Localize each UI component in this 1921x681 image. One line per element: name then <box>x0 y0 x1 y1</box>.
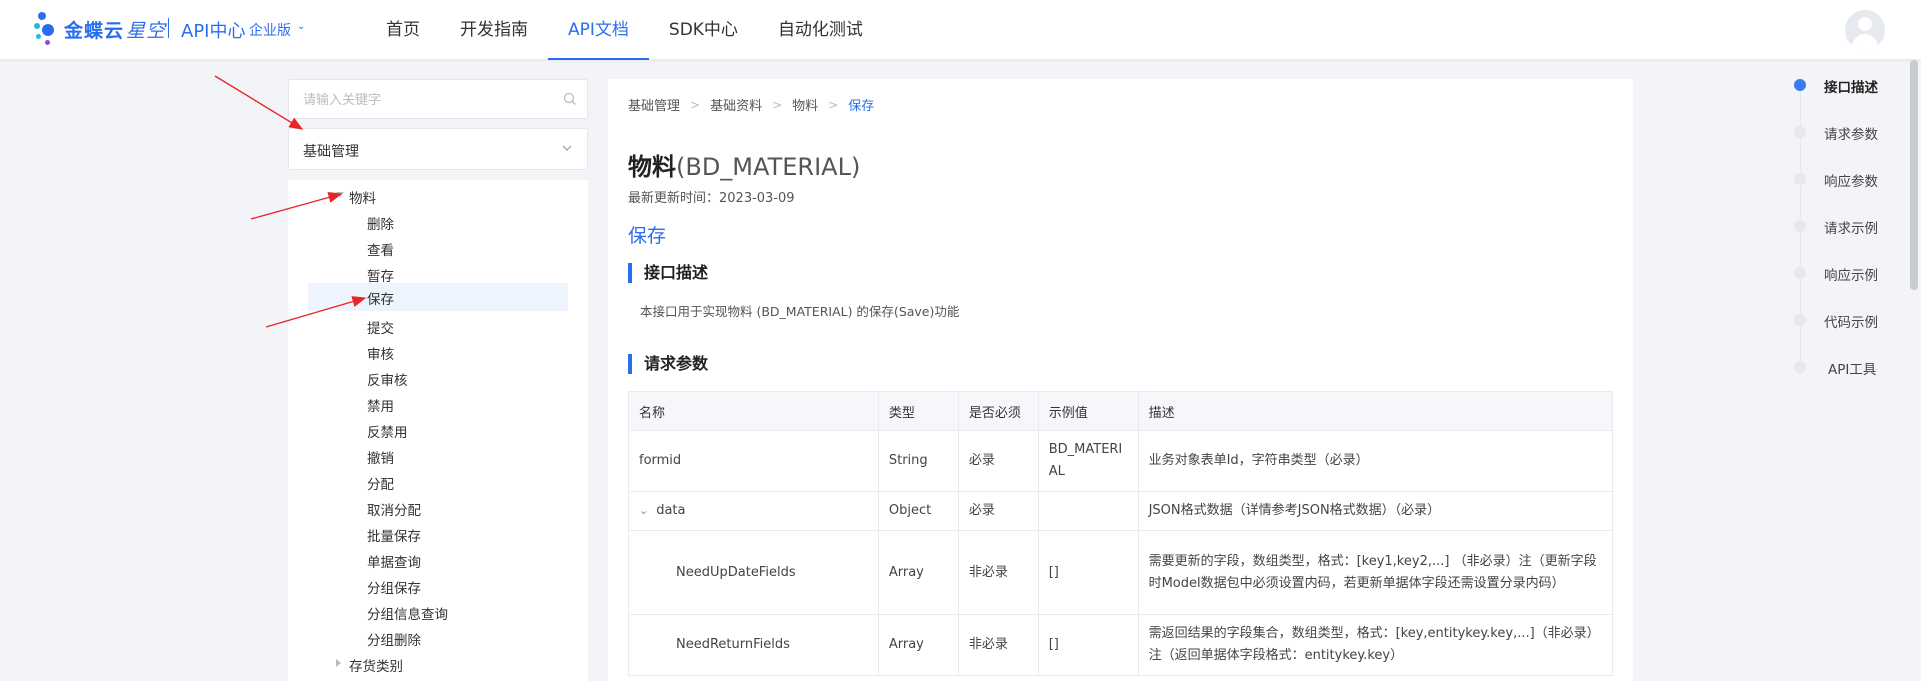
tree-leaf[interactable]: 反禁用 <box>288 417 588 443</box>
page-title: 物料(BD_MATERIAL) <box>628 153 861 181</box>
breadcrumb-item[interactable]: 物料 <box>792 95 818 114</box>
tree-leaf[interactable]: 反审核 <box>288 365 588 391</box>
tree-leaf[interactable]: 分组信息查询 <box>288 599 588 625</box>
doc-content: 基础管理 > 基础资料 > 物料 > 保存 物料(BD_MATERIAL) 最新… <box>608 79 1633 681</box>
chevron-right-icon: > <box>772 97 783 112</box>
nav-automation-test[interactable]: 自动化测试 <box>758 0 883 60</box>
api-center-label: API中心 <box>181 21 246 42</box>
nav-sdk-center[interactable]: SDK中心 <box>649 0 758 60</box>
page-scrollbar[interactable] <box>1910 60 1918 290</box>
top-header: 金蝶云 星空 API中心 企业版 ⌄ 首页 开发指南 API文档 SDK中心 自动… <box>0 0 1921 60</box>
anchor-request-params[interactable]: 请求参数 <box>1790 121 1910 143</box>
tree-leaf[interactable]: 删除 <box>288 209 588 235</box>
chevron-down-icon <box>562 145 572 151</box>
caret-right-icon[interactable] <box>336 659 341 667</box>
section-heading-request-params: 请求参数 <box>628 354 708 374</box>
last-updated: 最新更新时间：2023-03-09 <box>628 191 795 206</box>
tree-leaf[interactable]: 查看 <box>288 235 588 261</box>
nav-home[interactable]: 首页 <box>366 0 440 60</box>
chevron-right-icon: > <box>690 97 701 112</box>
tree-leaf[interactable]: 禁用 <box>288 391 588 417</box>
chevron-down-icon[interactable]: ⌄ <box>639 500 648 522</box>
chevron-right-icon: > <box>828 97 839 112</box>
tree-leaf[interactable]: 审核 <box>288 339 588 365</box>
tree-leaf[interactable]: 分组保存 <box>288 573 588 599</box>
tree-leaf[interactable]: 撤销 <box>288 443 588 469</box>
edition-dropdown[interactable]: 企业版 <box>249 20 291 40</box>
dot-icon <box>1794 220 1806 232</box>
breadcrumb-current: 保存 <box>848 99 875 114</box>
dot-icon <box>1794 79 1806 91</box>
category-select[interactable]: 基础管理 <box>288 128 588 170</box>
nav-dev-guide[interactable]: 开发指南 <box>440 0 548 60</box>
tree-leaf[interactable]: 取消分配 <box>288 495 588 521</box>
user-avatar-icon[interactable] <box>1845 10 1885 50</box>
caret-down-icon[interactable] <box>336 192 344 197</box>
col-header-type: 类型 <box>877 391 959 431</box>
search-box <box>288 79 588 119</box>
col-header-desc: 描述 <box>1137 391 1614 431</box>
anchor-api-description[interactable]: 接口描述 <box>1790 74 1910 96</box>
tree-leaf[interactable]: 单据查询 <box>288 547 588 573</box>
anchor-response-example[interactable]: 响应示例 <box>1790 262 1910 284</box>
category-select-value: 基础管理 <box>303 144 359 160</box>
tree-node-material[interactable]: 物料 <box>288 183 588 209</box>
dot-icon <box>1794 267 1806 279</box>
operation-title: 保存 <box>628 225 667 247</box>
api-description: 本接口用于实现物料 (BD_MATERIAL) 的保存(Save)功能 <box>640 304 960 319</box>
tree-leaf-selected[interactable]: 保存 <box>308 283 568 311</box>
anchor-response-params[interactable]: 响应参数 <box>1790 168 1910 190</box>
anchor-request-example[interactable]: 请求示例 <box>1790 215 1910 237</box>
anchor-api-tool[interactable]: API工具 <box>1790 356 1910 378</box>
dot-icon <box>1794 126 1806 138</box>
breadcrumb: 基础管理 > 基础资料 > 物料 > 保存 <box>628 95 875 115</box>
dot-icon <box>1794 314 1806 326</box>
search-icon[interactable] <box>563 92 577 106</box>
tree-leaf[interactable]: 分组删除 <box>288 625 588 651</box>
table-header-row: 名称 类型 是否必须 示例值 描述 <box>628 391 1614 431</box>
table-row: ⌄ data Object 必录 JSON格式数据（详情参考JSON格式数据）（必… <box>628 491 1614 531</box>
breadcrumb-item[interactable]: 基础资料 <box>710 95 762 114</box>
breadcrumb-item[interactable]: 基础管理 <box>628 95 680 114</box>
tree-node-inventory-category[interactable]: 存货类别 <box>288 651 588 677</box>
kingdee-logo-icon[interactable] <box>34 12 64 48</box>
brand-name[interactable]: 金蝶云 星空 <box>64 16 166 43</box>
api-tree: 物料 删除 查看 暂存 保存 提交 审核 反审核 禁用 反禁用 撤销 分配 取消… <box>288 180 588 681</box>
col-header-required: 是否必须 <box>957 391 1039 431</box>
search-input[interactable] <box>303 89 553 111</box>
brand-divider <box>168 18 169 38</box>
chevron-down-icon[interactable]: ⌄ <box>297 21 305 32</box>
tree-leaf[interactable]: 分配 <box>288 469 588 495</box>
anchor-code-example[interactable]: 代码示例 <box>1790 309 1910 331</box>
col-header-name: 名称 <box>628 391 879 431</box>
table-row: NeedUpDateFields Array 非必录 [] 需要更新的字段，数组… <box>628 530 1614 615</box>
dot-icon <box>1794 361 1806 373</box>
dot-icon <box>1794 173 1806 185</box>
tree-leaf[interactable]: 提交 <box>288 313 588 339</box>
section-heading-description: 接口描述 <box>628 263 708 283</box>
nav-api-docs[interactable]: API文档 <box>548 0 649 60</box>
main-nav: 首页 开发指南 API文档 SDK中心 自动化测试 <box>366 0 883 60</box>
col-header-example: 示例值 <box>1037 391 1139 431</box>
table-row: formid String 必录 BD_MATERIAL 业务对象表单Id，字符… <box>628 430 1614 492</box>
table-row: NeedReturnFields Array 非必录 [] 需返回结果的字段集合… <box>628 614 1614 676</box>
request-params-table: 名称 类型 是否必须 示例值 描述 formid String 必录 BD_MA… <box>628 391 1614 676</box>
tree-leaf[interactable]: 批量保存 <box>288 521 588 547</box>
